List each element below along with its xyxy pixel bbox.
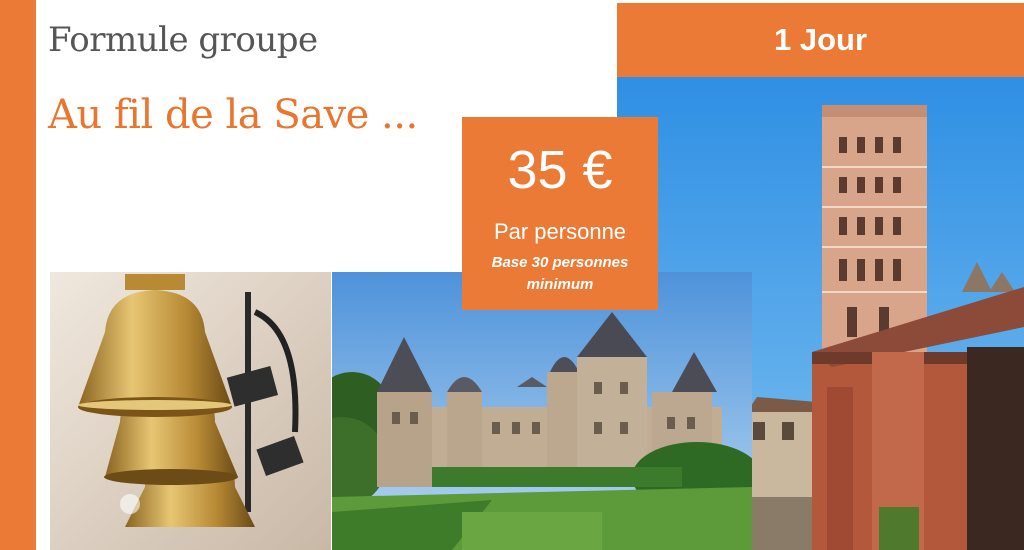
bells-photo	[50, 272, 331, 550]
price-unit: Par personne	[493, 219, 627, 244]
duration-label: 1 Jour	[773, 22, 868, 57]
price-basis: Base 30 personnes minimum	[491, 254, 629, 293]
castle-photo	[332, 272, 752, 550]
page-title: Au fil de la Save ...	[48, 92, 418, 138]
price-amount: 35 €	[507, 140, 613, 200]
duration-badge: 1 Jour	[617, 3, 1024, 77]
kicker-heading: Formule groupe	[48, 20, 318, 60]
left-accent-stripe	[0, 0, 36, 550]
price-box: 35 € Par personne Base 30 personnes mini…	[462, 117, 658, 310]
